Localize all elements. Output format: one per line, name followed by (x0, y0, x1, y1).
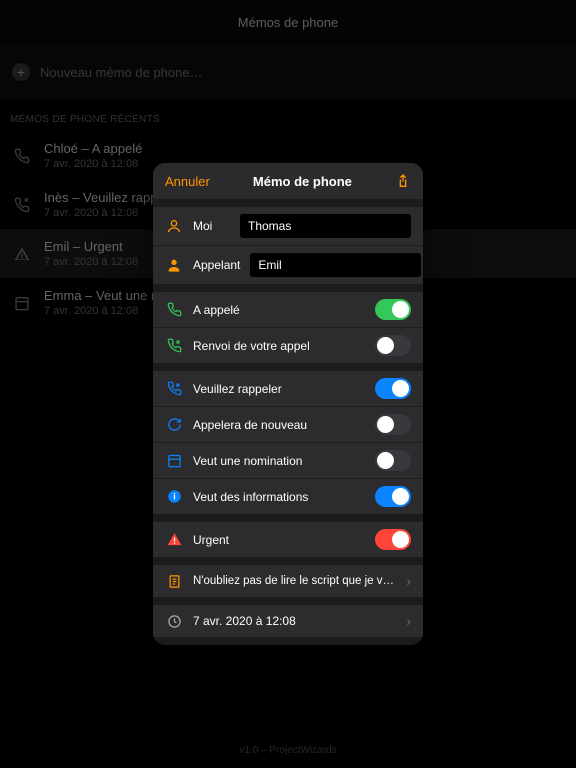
app-title: Mémos de phone (238, 15, 338, 30)
willcall-row: Appelera de nouveau (153, 406, 423, 442)
callback-toggle[interactable] (375, 378, 411, 399)
caller-field[interactable] (250, 253, 421, 277)
me-row: Moi (153, 207, 423, 245)
calendar-icon (12, 293, 32, 313)
modal-header: Annuler Mémo de phone (153, 163, 423, 199)
plus-icon: + (12, 63, 30, 81)
me-label: Moi (193, 219, 230, 233)
urgent-row: Urgent (153, 522, 423, 557)
returned-toggle[interactable] (375, 335, 411, 356)
call-status-group: A appelé Renvoi de votre appel (153, 292, 423, 363)
note-text: N'oubliez pas de lire le script que je v… (193, 575, 396, 587)
called-label: A appelé (193, 303, 365, 317)
caller-label: Appelant (193, 258, 240, 272)
called-toggle[interactable] (375, 299, 411, 320)
section-header: MÉMOS DE PHONE RÉCENTS (0, 100, 576, 131)
appointment-row: Veut une nomination (153, 442, 423, 478)
willcall-toggle[interactable] (375, 414, 411, 435)
memo-modal: Annuler Mémo de phone Moi Appelant A ap (153, 163, 423, 645)
willcall-label: Appelera de nouveau (193, 418, 365, 432)
phone-return-icon (165, 337, 183, 355)
modal-title: Mémo de phone (253, 174, 352, 189)
appointment-label: Veut une nomination (193, 454, 365, 468)
person-icon (165, 256, 183, 274)
clock-icon (165, 612, 183, 630)
warning-icon (12, 244, 32, 264)
phone-in-icon (165, 301, 183, 319)
chevron-right-icon: › (406, 573, 411, 589)
info-label: Veut des informations (193, 490, 365, 504)
phone-out-icon (165, 380, 183, 398)
new-memo-row[interactable]: + Nouveau mémo de phone… (0, 44, 576, 100)
date-group: 7 avr. 2020 à 12:08 › (153, 605, 423, 637)
note-icon (165, 572, 183, 590)
me-field[interactable] (240, 214, 411, 238)
calendar-icon (165, 452, 183, 470)
info-toggle[interactable] (375, 486, 411, 507)
item-title: Emil – Urgent (44, 239, 138, 254)
warning-icon (165, 531, 183, 549)
item-title: Chloé – A appelé (44, 141, 142, 156)
caller-row: Appelant (153, 245, 423, 284)
item-sub: 7 avr. 2020 à 12:08 (44, 256, 138, 268)
date-text: 7 avr. 2020 à 12:08 (193, 614, 396, 628)
urgent-label: Urgent (193, 533, 365, 547)
urgent-toggle[interactable] (375, 529, 411, 550)
new-memo-label: Nouveau mémo de phone… (40, 65, 203, 80)
callback-icon (12, 195, 32, 215)
called-row: A appelé (153, 292, 423, 327)
action-group: Veuillez rappeler Appelera de nouveau Ve… (153, 371, 423, 514)
returned-label: Renvoi de votre appel (193, 339, 365, 353)
svg-text:i: i (173, 492, 175, 502)
cancel-button[interactable]: Annuler (165, 174, 210, 189)
callback-row: Veuillez rappeler (153, 371, 423, 406)
note-row[interactable]: N'oubliez pas de lire le script que je v… (153, 565, 423, 597)
urgent-group: Urgent (153, 522, 423, 557)
identity-group: Moi Appelant (153, 207, 423, 284)
info-row: i Veut des informations (153, 478, 423, 514)
person-icon (165, 217, 183, 235)
item-sub: 7 avr. 2020 à 12:08 (44, 158, 142, 170)
returned-row: Renvoi de votre appel (153, 327, 423, 363)
date-row[interactable]: 7 avr. 2020 à 12:08 › (153, 605, 423, 637)
chevron-right-icon: › (406, 613, 411, 629)
app-header: Mémos de phone (0, 0, 576, 44)
callback-label: Veuillez rappeler (193, 382, 365, 396)
phone-icon (12, 146, 32, 166)
footer-version: v1.0 – ProjectWizards (0, 745, 576, 756)
note-group: N'oubliez pas de lire le script que je v… (153, 565, 423, 597)
refresh-icon (165, 416, 183, 434)
share-icon[interactable] (395, 173, 411, 189)
info-icon: i (165, 488, 183, 506)
appointment-toggle[interactable] (375, 450, 411, 471)
